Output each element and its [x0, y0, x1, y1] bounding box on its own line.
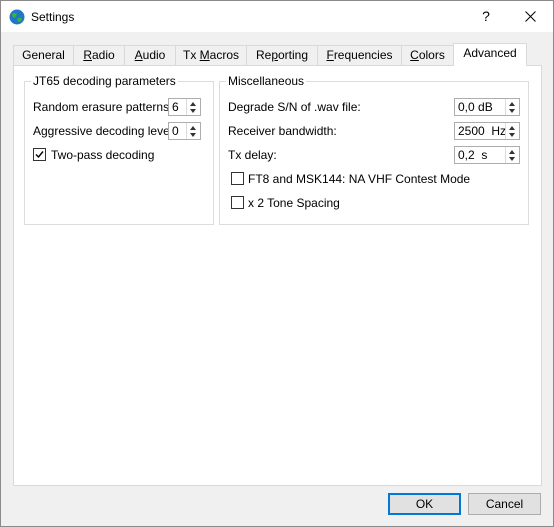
title-bar: Settings ?	[1, 1, 553, 32]
spin-arrows[interactable]	[186, 123, 200, 139]
tab-advanced[interactable]: Advanced	[453, 43, 527, 66]
spin-arrows[interactable]	[186, 99, 200, 115]
ok-button[interactable]: OK	[388, 493, 461, 515]
spin-down-icon[interactable]	[509, 133, 515, 137]
settings-window: Settings ? General Radio Audio Tx Macros…	[0, 0, 554, 527]
spin-up-icon[interactable]	[509, 150, 515, 154]
spin-down-icon[interactable]	[509, 157, 515, 161]
aggressive-decoding-label: Aggressive decoding level:	[33, 124, 176, 138]
spin-down-icon[interactable]	[190, 109, 196, 113]
tab-radio[interactable]: Radio	[73, 45, 125, 65]
tab-general[interactable]: General	[13, 45, 74, 65]
tab-reporting[interactable]: Reporting	[246, 45, 318, 65]
tx-delay-value: 0,2 s	[458, 148, 488, 162]
spin-up-icon[interactable]	[509, 102, 515, 106]
aggressive-decoding-spinbox[interactable]: 0	[168, 122, 201, 140]
advanced-tab-panel: JT65 decoding parameters Random erasure …	[13, 65, 542, 486]
two-pass-checkbox[interactable]	[33, 148, 46, 161]
receiver-bandwidth-spinbox[interactable]: 2500 Hz	[454, 122, 520, 140]
degrade-sn-spinbox[interactable]: 0,0 dB	[454, 98, 520, 116]
degrade-sn-label: Degrade S/N of .wav file:	[228, 100, 361, 114]
spin-up-icon[interactable]	[190, 102, 196, 106]
spin-up-icon[interactable]	[509, 126, 515, 130]
window-title: Settings	[31, 10, 75, 24]
jt65-group-title: JT65 decoding parameters	[31, 74, 178, 88]
tone-spacing-label: x 2 Tone Spacing	[248, 196, 340, 210]
erasure-patterns-label: Random erasure patterns:	[33, 100, 173, 114]
tab-tx-macros[interactable]: Tx Macros	[175, 45, 247, 65]
spin-arrows[interactable]	[505, 99, 519, 115]
receiver-bandwidth-value: 2500 Hz	[458, 124, 507, 138]
spin-up-icon[interactable]	[190, 126, 196, 130]
misc-group-title: Miscellaneous	[226, 74, 307, 88]
aggressive-decoding-value: 0	[172, 124, 179, 138]
receiver-bandwidth-label: Receiver bandwidth:	[228, 124, 337, 138]
tab-audio[interactable]: Audio	[124, 45, 176, 65]
erasure-patterns-spinbox[interactable]: 6	[168, 98, 201, 116]
degrade-sn-value: 0,0 dB	[458, 100, 493, 114]
checkmark-icon	[35, 151, 44, 159]
spin-down-icon[interactable]	[190, 133, 196, 137]
ft8-contest-mode-checkbox[interactable]	[231, 172, 244, 185]
spin-arrows[interactable]	[505, 123, 519, 139]
tx-delay-label: Tx delay:	[228, 148, 277, 162]
tab-colors[interactable]: Colors	[401, 45, 454, 65]
erasure-patterns-value: 6	[172, 100, 179, 114]
jt65-group: JT65 decoding parameters Random erasure …	[24, 74, 214, 225]
tx-delay-spinbox[interactable]: 0,2 s	[454, 146, 520, 164]
app-globe-icon	[9, 9, 25, 25]
spin-arrows[interactable]	[505, 147, 519, 163]
tone-spacing-checkbox[interactable]	[231, 196, 244, 209]
close-button[interactable]	[513, 1, 547, 32]
help-button[interactable]: ?	[469, 1, 503, 32]
misc-group: Miscellaneous Degrade S/N of .wav file: …	[219, 74, 529, 225]
two-pass-label: Two-pass decoding	[51, 148, 155, 162]
spin-down-icon[interactable]	[509, 109, 515, 113]
tab-frequencies[interactable]: Frequencies	[317, 45, 402, 65]
close-icon	[525, 11, 536, 22]
ft8-contest-mode-label: FT8 and MSK144: NA VHF Contest Mode	[248, 172, 471, 186]
cancel-button[interactable]: Cancel	[468, 493, 541, 515]
